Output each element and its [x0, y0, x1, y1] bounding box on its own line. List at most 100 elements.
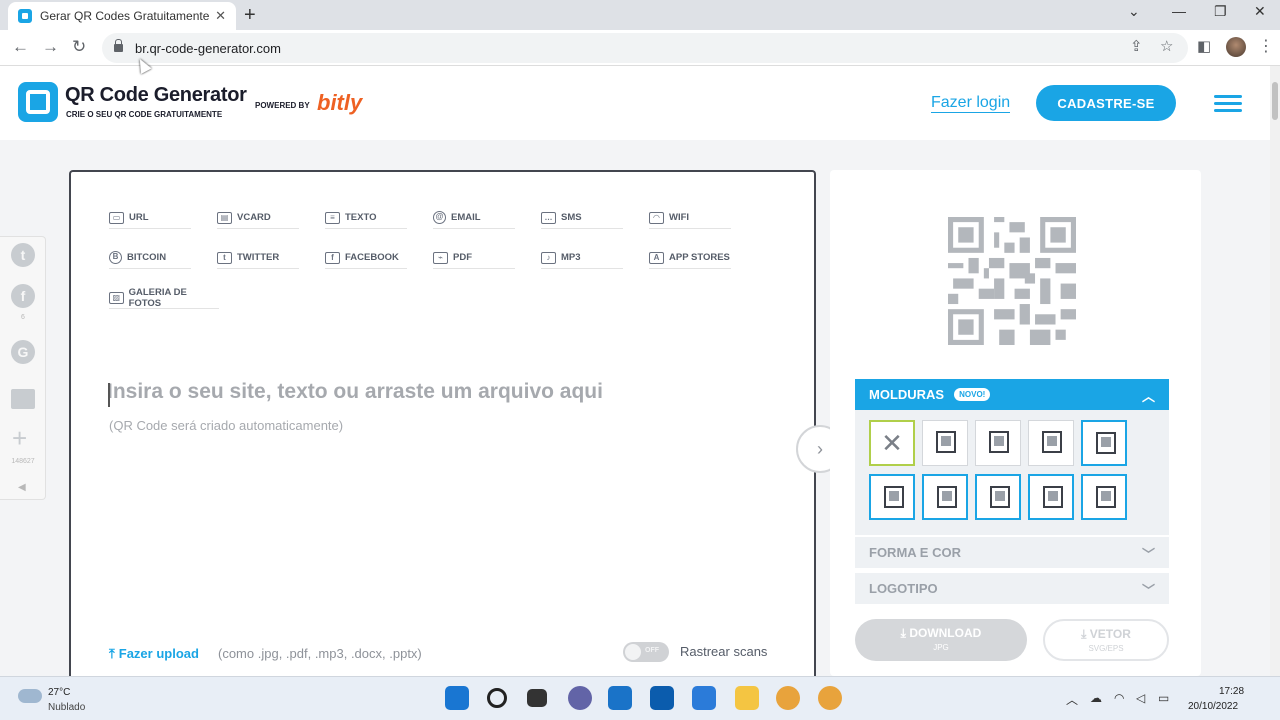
logo-title[interactable]: QR Code Generator: [65, 84, 247, 107]
more-share-icon[interactable]: +: [12, 423, 27, 454]
new-tab-button[interactable]: +: [244, 4, 256, 27]
vector-format: SVG/EPS: [1088, 644, 1124, 653]
share-total-count: 148627: [11, 458, 35, 465]
share-page-icon[interactable]: ⇪: [1130, 37, 1143, 55]
powered-by-label: POWERED BY: [255, 101, 310, 110]
logo-section[interactable]: LOGOTIPO ﹀: [855, 573, 1169, 604]
frame-option[interactable]: [975, 420, 1021, 466]
chrome-icon[interactable]: [776, 686, 800, 710]
chat-icon[interactable]: [568, 686, 592, 710]
clock-date[interactable]: 20/10/2022: [1188, 701, 1238, 712]
shape-color-section[interactable]: FORMA E COR ﹀: [855, 537, 1169, 568]
hamburger-menu-icon[interactable]: [1214, 95, 1242, 113]
frame-option[interactable]: [1081, 420, 1127, 466]
lock-icon: [114, 39, 123, 52]
mail-icon[interactable]: [692, 686, 716, 710]
content-input[interactable]: Insira o seu site, texto ou arraste um a…: [107, 380, 603, 404]
weather-description[interactable]: Nublado: [48, 702, 85, 713]
start-icon[interactable]: [445, 686, 469, 710]
qr-type-label: EMAIL: [451, 212, 481, 223]
collapse-share-icon[interactable]: ◀: [18, 482, 26, 493]
qr-type-mp3[interactable]: ♪ MP3: [541, 247, 623, 269]
qr-type-pdf[interactable]: ⌁ PDF: [433, 247, 515, 269]
frame-option[interactable]: [869, 474, 915, 520]
minimize-icon[interactable]: —: [1172, 3, 1186, 19]
browser-tab[interactable]: Gerar QR Codes Gratuitamente | ✕: [8, 2, 236, 30]
profile-avatar[interactable]: [1226, 37, 1246, 57]
frame-option[interactable]: [1028, 420, 1074, 466]
scrollbar-thumb[interactable]: [1272, 82, 1278, 120]
print-icon[interactable]: [11, 389, 35, 409]
tray-expand-icon[interactable]: ︿: [1066, 691, 1078, 708]
frame-option[interactable]: [975, 474, 1021, 520]
qr-type-url[interactable]: ▭ URL: [109, 207, 191, 229]
download-button[interactable]: ⤓ DOWNLOAD JPG: [855, 619, 1027, 661]
wifi-icon[interactable]: ◠: [1114, 691, 1124, 705]
qr-type-galeria-de-fotos[interactable]: ▨ GALERIA DE FOTOS: [109, 287, 219, 309]
chevron-up-icon: ︿: [1141, 389, 1155, 404]
frame-option[interactable]: [1028, 474, 1074, 520]
battery-icon[interactable]: ▭: [1158, 691, 1169, 705]
qr-type-label: APP STORES: [669, 252, 730, 263]
folder-icon[interactable]: [735, 686, 759, 710]
frame-preview-icon: [1043, 486, 1063, 508]
restore-icon[interactable]: ❐: [1214, 3, 1227, 20]
clock-time[interactable]: 17:28: [1219, 686, 1244, 697]
qr-type-wifi[interactable]: ◠ WIFI: [649, 207, 731, 229]
qr-type-sms[interactable]: … SMS: [541, 207, 623, 229]
qr-type-email[interactable]: @ EMAIL: [433, 207, 515, 229]
browser-menu-icon[interactable]: ⋮: [1258, 36, 1274, 56]
qr-type-twitter[interactable]: t TWITTER: [217, 247, 299, 269]
google-share-icon[interactable]: G: [11, 340, 35, 364]
volume-icon[interactable]: ◁: [1136, 691, 1145, 705]
close-window-icon[interactable]: ✕: [1254, 3, 1266, 20]
browser-toolbar: ← → ↻ br.qr-code-generator.com ⇪ ☆ ◧ ⋮: [0, 30, 1280, 66]
qr-editor: ▭ URL ▤ VCARD ≡ TEXTO @ EMAIL … SMS ◠ WIFI B BITCOIN t…: [69, 170, 816, 676]
address-url[interactable]: br.qr-code-generator.com: [135, 41, 281, 56]
signup-button[interactable]: CADASTRE-SE: [1036, 85, 1176, 121]
address-bar[interactable]: br.qr-code-generator.com: [102, 33, 1188, 63]
bitly-logo[interactable]: bitly: [317, 90, 362, 116]
forward-icon[interactable]: →: [42, 37, 59, 57]
cloud-icon[interactable]: [18, 689, 42, 703]
side-panel-icon[interactable]: ◧: [1197, 37, 1211, 55]
onedrive-icon[interactable]: ☁: [1090, 691, 1102, 705]
tab-search-icon[interactable]: ⌄: [1128, 3, 1140, 20]
frame-none[interactable]: ✕: [869, 420, 915, 466]
vector-download-button[interactable]: ⤓ VETOR SVG/EPS: [1043, 619, 1169, 661]
vector-label: VETOR: [1089, 627, 1131, 641]
app-l-icon[interactable]: [608, 686, 632, 710]
qr-favicon-icon: [18, 9, 32, 23]
qr-type-app-stores[interactable]: A APP STORES: [649, 247, 731, 269]
qr-logo-icon[interactable]: [18, 82, 58, 122]
store-icon[interactable]: [650, 686, 674, 710]
frame-option[interactable]: [922, 420, 968, 466]
login-link[interactable]: Fazer login: [931, 94, 1011, 113]
reload-icon[interactable]: ↻: [72, 37, 86, 57]
frame-option[interactable]: [922, 474, 968, 520]
qr-type-texto[interactable]: ≡ TEXTO: [325, 207, 407, 229]
track-scans-toggle[interactable]: OFF: [623, 642, 669, 662]
upload-label[interactable]: Fazer upload: [119, 646, 199, 661]
qr-type-bitcoin[interactable]: B BITCOIN: [109, 247, 191, 269]
tab-close-icon[interactable]: ✕: [215, 8, 226, 24]
download-label: DOWNLOAD: [909, 626, 982, 640]
qr-type-label: FACEBOOK: [345, 252, 399, 263]
upload-link[interactable]: ⤒ Fazer upload: [109, 646, 199, 662]
logo-subtitle: CRIE O SEU QR CODE GRATUITAMENTE: [66, 110, 223, 119]
frame-option[interactable]: [1081, 474, 1127, 520]
weather-temperature[interactable]: 27°C: [48, 687, 70, 698]
auto-create-hint: (QR Code será criado automaticamente): [109, 418, 344, 433]
page-scrollbar[interactable]: [1270, 66, 1280, 676]
qr-type-label: SMS: [561, 212, 582, 223]
frames-section-header[interactable]: MOLDURAS NOVO! ︿: [855, 379, 1169, 410]
task-view-icon[interactable]: [527, 689, 547, 707]
qr-type-vcard[interactable]: ▤ VCARD: [217, 207, 299, 229]
search-icon[interactable]: [487, 688, 507, 708]
facebook-share-icon[interactable]: f: [11, 284, 35, 308]
back-icon[interactable]: ←: [12, 37, 29, 57]
qr-type-facebook[interactable]: f FACEBOOK: [325, 247, 407, 269]
bookmark-star-icon[interactable]: ☆: [1160, 37, 1173, 55]
twitter-share-icon[interactable]: t: [11, 243, 35, 267]
chrome-profile-icon[interactable]: [818, 686, 842, 710]
